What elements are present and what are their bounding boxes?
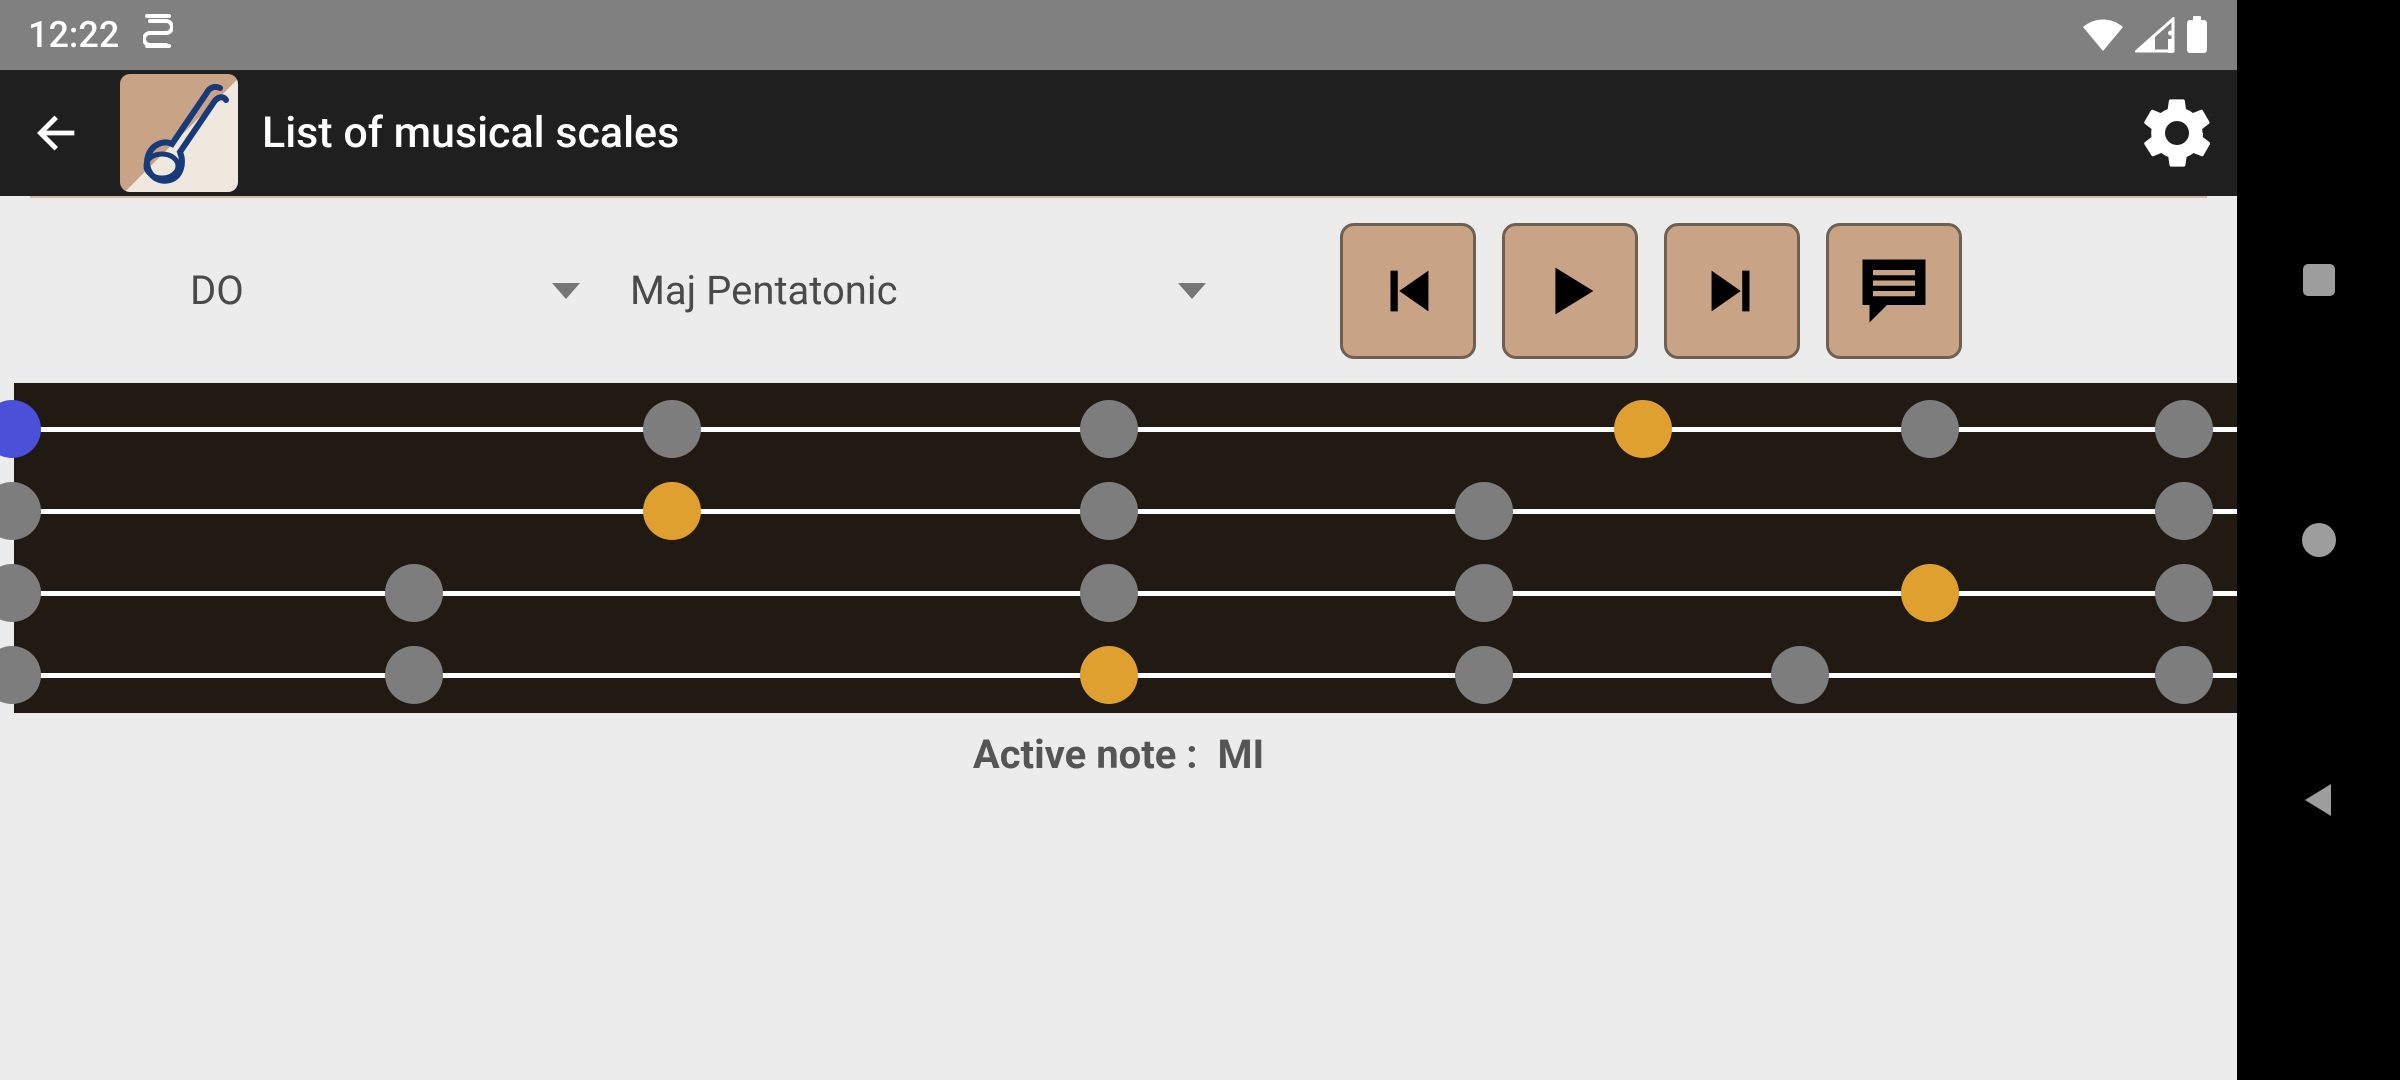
fret-dot[interactable]	[1901, 564, 1959, 622]
fret-dot[interactable]	[0, 400, 41, 458]
next-button[interactable]	[1664, 223, 1800, 359]
controls-row: DO Maj Pentatonic	[0, 198, 2237, 383]
main-content: DO Maj Pentatonic	[0, 196, 2237, 1080]
scale-select-value: Maj Pentatonic	[630, 267, 898, 314]
system-nav-bar	[2237, 0, 2400, 1080]
fret-dot[interactable]	[1080, 564, 1138, 622]
fret-dot[interactable]	[385, 646, 443, 704]
chevron-down-icon	[1178, 283, 1206, 299]
playback-buttons	[1340, 223, 1962, 359]
play-button[interactable]	[1502, 223, 1638, 359]
page-title: List of musical scales	[262, 108, 2113, 158]
active-note-display: Active note : MI	[0, 731, 2237, 778]
fret-dot[interactable]	[1080, 482, 1138, 540]
fret-dot[interactable]	[2155, 646, 2213, 704]
fret-dot[interactable]	[2155, 482, 2213, 540]
comment-button[interactable]	[1826, 223, 1962, 359]
fret-dot[interactable]	[1771, 646, 1829, 704]
wifi-icon	[2081, 17, 2125, 53]
fret-dot[interactable]	[385, 564, 443, 622]
nav-home-button[interactable]	[2289, 510, 2349, 570]
status-app-indicator-icon	[143, 11, 173, 60]
settings-button[interactable]	[2137, 93, 2217, 173]
fret-dot[interactable]	[643, 400, 701, 458]
note-select[interactable]: DO	[190, 246, 630, 336]
nav-back-button[interactable]	[2289, 770, 2349, 830]
app-toolbar: List of musical scales	[0, 70, 2237, 196]
fret-dot[interactable]	[2155, 564, 2213, 622]
app-root: 12:22	[0, 0, 2237, 1080]
fret-dot[interactable]	[1614, 400, 1672, 458]
chevron-down-icon	[552, 283, 580, 299]
app-icon	[120, 74, 238, 192]
fret-dot[interactable]	[643, 482, 701, 540]
fret-dot[interactable]	[1455, 646, 1513, 704]
back-button[interactable]	[20, 95, 96, 171]
previous-button[interactable]	[1340, 223, 1476, 359]
fretboard-container	[0, 383, 2237, 713]
fret-dot[interactable]	[1455, 482, 1513, 540]
fret-dot[interactable]	[0, 564, 41, 622]
fret-dot[interactable]	[2155, 400, 2213, 458]
signal-icon	[2135, 17, 2175, 53]
active-note-label: Active note :	[973, 731, 1198, 778]
fret-dot[interactable]	[1901, 400, 1959, 458]
scale-select[interactable]: Maj Pentatonic	[630, 246, 1250, 336]
fret-dot[interactable]	[0, 646, 41, 704]
fret-dot[interactable]	[1455, 564, 1513, 622]
fretboard[interactable]	[14, 383, 2237, 713]
note-select-value: DO	[190, 267, 244, 314]
battery-icon	[2185, 15, 2209, 55]
status-left: 12:22	[28, 11, 173, 60]
nav-recent-button[interactable]	[2289, 250, 2349, 310]
status-bar: 12:22	[0, 0, 2237, 70]
active-note-value: MI	[1217, 731, 1264, 778]
status-right	[2081, 15, 2209, 55]
fret-dot[interactable]	[1080, 400, 1138, 458]
clock: 12:22	[28, 14, 119, 56]
fret-dot[interactable]	[0, 482, 41, 540]
fret-dot[interactable]	[1080, 646, 1138, 704]
